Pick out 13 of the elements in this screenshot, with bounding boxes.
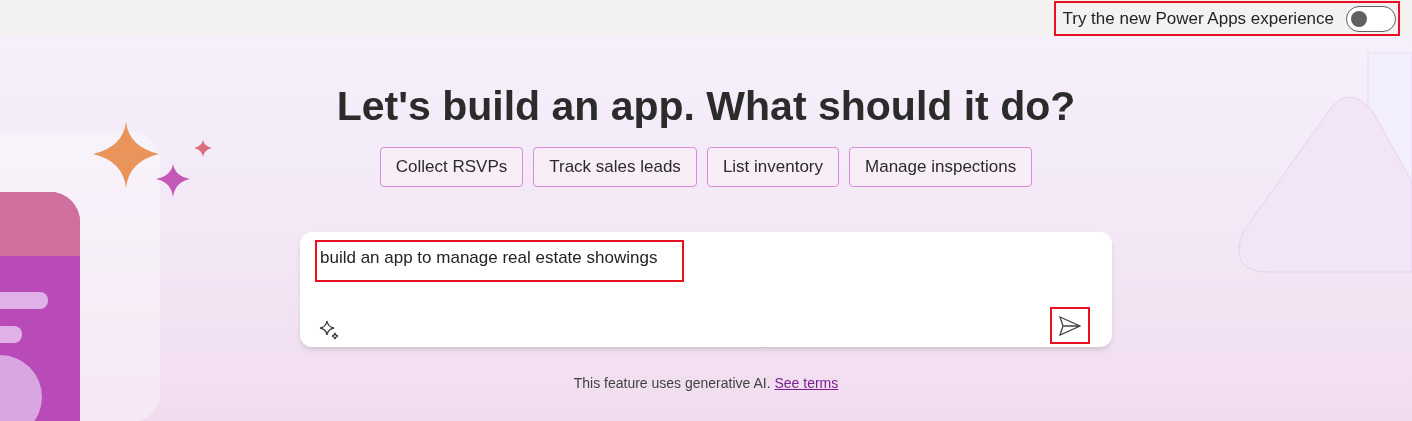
toggle-label: Try the new Power Apps experience — [1062, 7, 1334, 30]
prompt-input[interactable]: build an app to manage real estate showings — [320, 246, 1020, 276]
toggle-switch[interactable] — [1346, 5, 1396, 32]
suggestion-chip[interactable]: Collect RSVPs — [379, 147, 524, 187]
disclaimer-text: This feature uses generative AI. — [573, 375, 771, 391]
page-heading: Let's build an app. What should it do? — [336, 82, 1076, 130]
suggestion-chip[interactable]: List inventory — [706, 147, 840, 187]
terms-link[interactable]: See terms — [774, 375, 839, 391]
sparkle-icon[interactable] — [319, 320, 340, 341]
send-button[interactable] — [1050, 307, 1090, 344]
suggestion-chip[interactable]: Track sales leads — [533, 147, 697, 187]
send-icon — [1059, 315, 1081, 336]
suggestion-chip[interactable]: Manage inspections — [849, 147, 1033, 187]
